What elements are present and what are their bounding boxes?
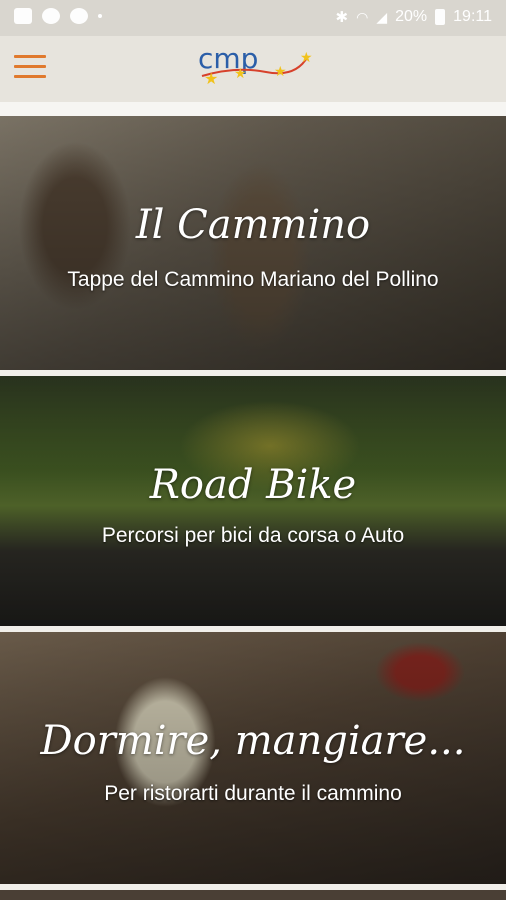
svg-text:★: ★: [274, 63, 287, 79]
svg-text:★: ★: [300, 49, 313, 65]
clock: 19:11: [453, 8, 492, 25]
app-bar: cmp ★ ★ ★ ★: [0, 36, 506, 102]
notification-dot-icon: [98, 14, 102, 18]
battery-icon: [435, 9, 446, 25]
bluetooth-icon: ✱: [335, 9, 349, 26]
message-icon: [14, 8, 32, 24]
card-subtitle: Percorsi per bici da corsa o Auto: [101, 524, 405, 547]
card-dormire-mangiare[interactable]: Dormire, mangiare... Per ristorarti dura…: [0, 632, 506, 884]
next-card-peek: [0, 890, 506, 900]
wifi-icon: ◠: [356, 8, 369, 25]
battery-percent: 20%: [395, 8, 428, 25]
card-il-cammino[interactable]: Il Cammino Tappe del Cammino Mariano del…: [0, 116, 506, 370]
signal-icon: ◢: [376, 8, 388, 25]
hamburger-menu-icon[interactable]: [14, 55, 46, 83]
app-logo: cmp ★ ★ ★ ★: [196, 42, 316, 98]
whatsapp-icon: [42, 8, 60, 24]
card-title: Il Cammino: [135, 202, 371, 248]
card-road-bike[interactable]: Road Bike Percorsi per bici da corsa o A…: [0, 376, 506, 626]
chrome-icon: [70, 8, 88, 24]
header-divider: [0, 102, 506, 116]
svg-text:★: ★: [234, 65, 247, 81]
card-title: Road Bike: [149, 462, 357, 508]
svg-text:★: ★: [204, 71, 218, 88]
card-subtitle: Per ristorarti durante il cammino: [104, 782, 402, 805]
status-bar: ✱ ◠ ◢ 20% 19:11: [0, 0, 506, 36]
card-subtitle: Tappe del Cammino Mariano del Pollino: [67, 268, 439, 291]
card-title: Dormire, mangiare...: [40, 718, 466, 764]
